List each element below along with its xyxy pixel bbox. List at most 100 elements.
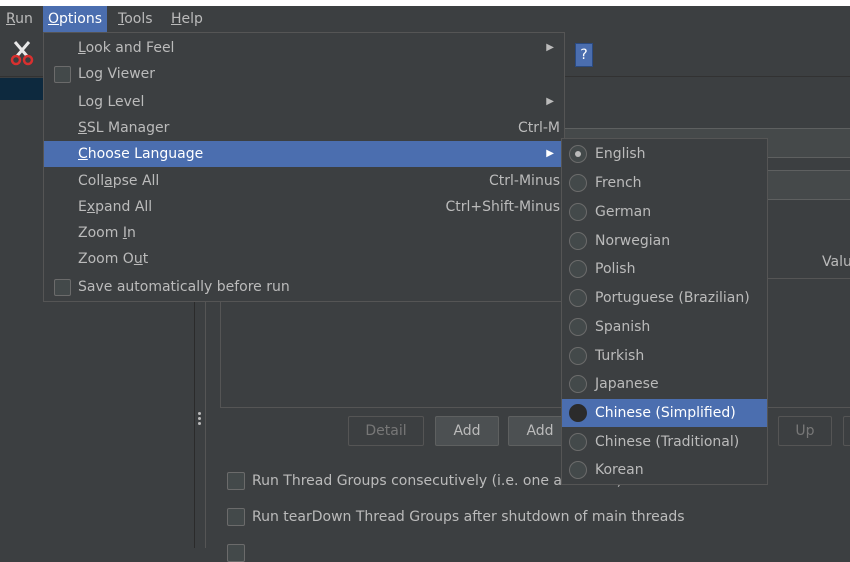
language-label: Korean (595, 462, 644, 478)
language-item-norwegian[interactable]: Norwegian (562, 227, 767, 255)
radio-icon (569, 318, 587, 336)
menu-item-log-level[interactable]: Log Level ▶ (44, 89, 564, 115)
run-teardown-checkbox[interactable] (227, 508, 245, 526)
ssl-manager-mnemonic: S (78, 120, 87, 136)
language-label: Chinese (Traditional) (595, 434, 740, 450)
collapse-all-label-b: pse All (112, 173, 160, 189)
radio-icon (569, 260, 587, 278)
look-and-feel-mnemonic: L (78, 40, 86, 56)
look-and-feel-label: ook and Feel (85, 40, 175, 56)
radio-icon (569, 347, 587, 365)
language-item-japanese[interactable]: Japanese (562, 370, 767, 398)
menu-options-mnemonic: O (48, 11, 60, 27)
zoom-out-label-a: Zoom O (78, 251, 134, 267)
zoom-in-label-b: n (126, 225, 136, 241)
expand-all-label-b: pand All (95, 199, 153, 215)
radio-icon (569, 174, 587, 192)
down-button[interactable] (843, 416, 850, 446)
chevron-right-icon: ▶ (546, 42, 554, 53)
language-label: Turkish (595, 348, 645, 364)
radio-icon (569, 203, 587, 221)
language-label: German (595, 204, 652, 220)
zoom-out-mnemonic: u (133, 251, 143, 267)
log-viewer-checkbox[interactable] (54, 66, 71, 83)
language-item-spanish[interactable]: Spanish (562, 313, 767, 341)
collapse-all-accelerator: Ctrl-Minus (489, 173, 560, 189)
cut-icon[interactable] (8, 39, 36, 67)
choose-language-label: hoose Language (87, 146, 204, 162)
radio-icon (569, 232, 587, 250)
radio-icon (569, 289, 587, 307)
run-consecutively-checkbox[interactable] (227, 472, 245, 490)
menu-bar: Run Options Tools Help (0, 6, 850, 32)
menu-options[interactable]: Options (43, 6, 108, 32)
functional-test-checkbox[interactable] (227, 544, 245, 562)
menu-run-mnemonic: R (6, 11, 16, 27)
chevron-right-icon: ▶ (546, 148, 554, 159)
ssl-manager-accelerator: Ctrl-M (517, 120, 560, 136)
language-label: Spanish (595, 319, 651, 335)
value-column-header[interactable]: Valu (822, 254, 850, 270)
radio-selected-icon (569, 145, 587, 163)
run-teardown-label: Run tearDown Thread Groups after shutdow… (252, 509, 685, 525)
log-viewer-label: Log Viewer (78, 66, 156, 82)
expand-all-accelerator: Ctrl+Shift-Minus (445, 199, 560, 215)
language-item-polish[interactable]: Polish (562, 255, 767, 283)
language-label: English (595, 146, 646, 162)
zoom-in-label-a: Zoom (78, 225, 123, 241)
language-label: Polish (595, 261, 636, 277)
radio-icon (569, 433, 587, 451)
up-button[interactable]: Up (778, 416, 832, 446)
language-label: French (595, 175, 642, 191)
save-automatically-checkbox[interactable] (54, 279, 71, 296)
language-item-chinese-traditional[interactable]: Chinese (Traditional) (562, 428, 767, 456)
menu-run[interactable]: Run (0, 6, 39, 32)
save-automatically-label: Save automatically before run (78, 279, 290, 295)
menu-tools[interactable]: Tools (112, 6, 159, 32)
ssl-manager-label: SL Manager (86, 120, 170, 136)
menu-run-label: un (15, 11, 33, 27)
collapse-all-label-a: Coll (78, 173, 105, 189)
language-item-chinese-simplified[interactable]: Chinese (Simplified) (562, 399, 767, 427)
language-label: Chinese (Simplified) (595, 405, 736, 421)
menu-item-zoom-in[interactable]: Zoom In (44, 220, 564, 246)
chevron-right-icon: ▶ (546, 96, 554, 107)
menu-item-log-viewer[interactable]: Log Viewer (44, 61, 564, 87)
menu-item-look-and-feel[interactable]: Look and Feel ▶ (44, 35, 564, 61)
add-button[interactable]: Add (435, 416, 499, 446)
options-menu: Look and Feel ▶ Log Viewer Log Level ▶ S… (43, 32, 565, 302)
language-label: Japanese (595, 376, 659, 392)
language-label: Norwegian (595, 233, 671, 249)
expand-all-mnemonic: x (86, 199, 96, 215)
language-item-english[interactable]: English (562, 140, 767, 168)
menu-help-mnemonic: H (171, 11, 182, 27)
menu-item-expand-all[interactable]: Expand All Ctrl+Shift-Minus (44, 194, 564, 220)
choose-language-mnemonic: C (78, 146, 88, 162)
detail-button[interactable]: Detail (348, 416, 424, 446)
menu-help-label: elp (181, 11, 203, 27)
radio-icon (569, 375, 587, 393)
language-item-german[interactable]: German (562, 198, 767, 226)
split-grip-icon[interactable] (198, 410, 202, 430)
log-level-label: Log Level (78, 94, 145, 110)
zoom-out-label-b: t (142, 251, 149, 267)
language-item-portuguese-brazilian[interactable]: Portuguese (Brazilian) (562, 284, 767, 312)
menu-item-save-automatically[interactable]: Save automatically before run (44, 274, 564, 300)
menu-options-label: ptions (59, 11, 103, 27)
menu-tools-label: ools (124, 11, 153, 27)
language-item-french[interactable]: French (562, 169, 767, 197)
language-submenu: English French German Norwegian Polish P… (561, 138, 768, 485)
collapse-all-mnemonic: a (104, 173, 113, 189)
radio-icon (569, 461, 587, 479)
language-label: Portuguese (Brazilian) (595, 290, 750, 306)
menu-help[interactable]: Help (165, 6, 209, 32)
menu-item-zoom-out[interactable]: Zoom Out (44, 246, 564, 272)
language-item-turkish[interactable]: Turkish (562, 342, 767, 370)
help-icon[interactable]: ? (575, 43, 593, 67)
radio-icon (569, 404, 587, 422)
expand-all-label-a: E (78, 199, 87, 215)
menu-item-choose-language[interactable]: Choose Language ▶ (44, 141, 564, 167)
menu-item-ssl-manager[interactable]: SSL Manager Ctrl-M (44, 115, 564, 141)
menu-item-collapse-all[interactable]: Collapse All Ctrl-Minus (44, 168, 564, 194)
language-item-korean[interactable]: Korean (562, 456, 767, 484)
